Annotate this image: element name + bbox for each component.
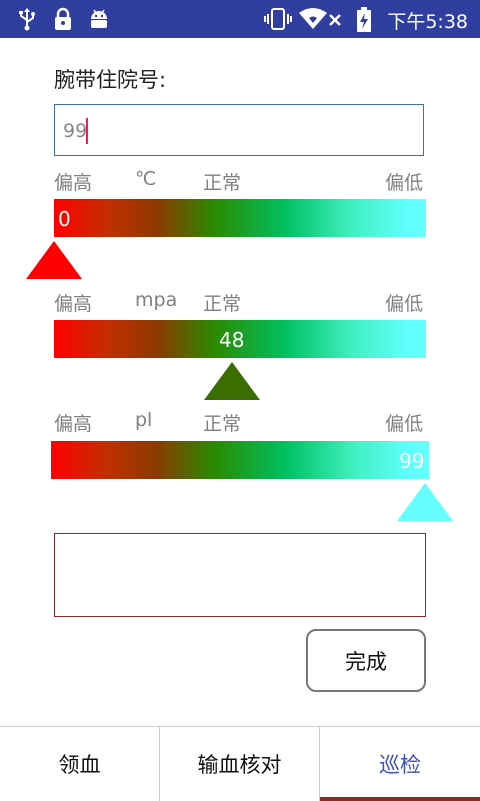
wristband-input[interactable]: 99 [54, 104, 424, 156]
status-bar: 下午5:38 [0, 0, 480, 38]
gauge-unit-label: pl [135, 409, 153, 431]
text-cursor [86, 118, 88, 144]
lock-icon [52, 7, 74, 35]
tab-inspection[interactable]: 巡检 [320, 727, 480, 801]
usb-icon [16, 7, 38, 35]
gauge-value: 0 [58, 207, 71, 231]
gauge-low-label: 偏低 [385, 172, 424, 194]
gauge-bar[interactable]: 99 [51, 441, 429, 479]
gauge-high-label: 偏高 [54, 413, 93, 435]
gauge-normal-label: 正常 [203, 293, 242, 315]
done-button[interactable]: 完成 [306, 629, 426, 692]
tab-transfusion-check[interactable]: 输血核对 [160, 727, 320, 801]
gauge-marker-triangle[interactable] [397, 483, 453, 521]
gauge-value: 99 [399, 449, 425, 473]
wristband-input-value: 99 [63, 120, 88, 142]
status-time: 下午5:38 [387, 11, 468, 33]
tab-label: 领血 [58, 753, 101, 777]
remark-textarea[interactable] [54, 533, 426, 617]
gauge-high-label: 偏高 [54, 172, 93, 194]
gauge-normal-label: 正常 [203, 172, 242, 194]
vibrate-icon [264, 7, 292, 35]
battery-charging-icon [356, 7, 372, 37]
tab-active-indicator [320, 797, 480, 801]
gauge-low-label: 偏低 [385, 413, 424, 435]
gauge-marker-triangle[interactable] [204, 362, 260, 400]
gauge-unit-label: mpa [135, 289, 178, 311]
gauge-normal-label: 正常 [203, 413, 242, 435]
wristband-label: 腕带住院号: [54, 68, 167, 92]
gauge-marker-triangle[interactable] [26, 241, 82, 279]
gauge-high-label: 偏高 [54, 293, 93, 315]
gauge-low-label: 偏低 [385, 293, 424, 315]
wifi-icon [298, 7, 328, 35]
tab-label: 输血核对 [197, 753, 282, 777]
tab-label: 巡检 [379, 753, 421, 777]
gauge-value: 48 [219, 328, 245, 352]
gauge-unit-label: ℃ [135, 168, 157, 190]
tab-lingxue[interactable]: 领血 [0, 727, 160, 801]
gauge-bar[interactable]: 48 [54, 320, 426, 358]
bottom-nav: 领血 输血核对 巡检 [0, 726, 480, 801]
android-icon [88, 7, 110, 35]
gauge-bar[interactable]: 0 [54, 199, 426, 237]
no-signal-icon [328, 12, 342, 32]
